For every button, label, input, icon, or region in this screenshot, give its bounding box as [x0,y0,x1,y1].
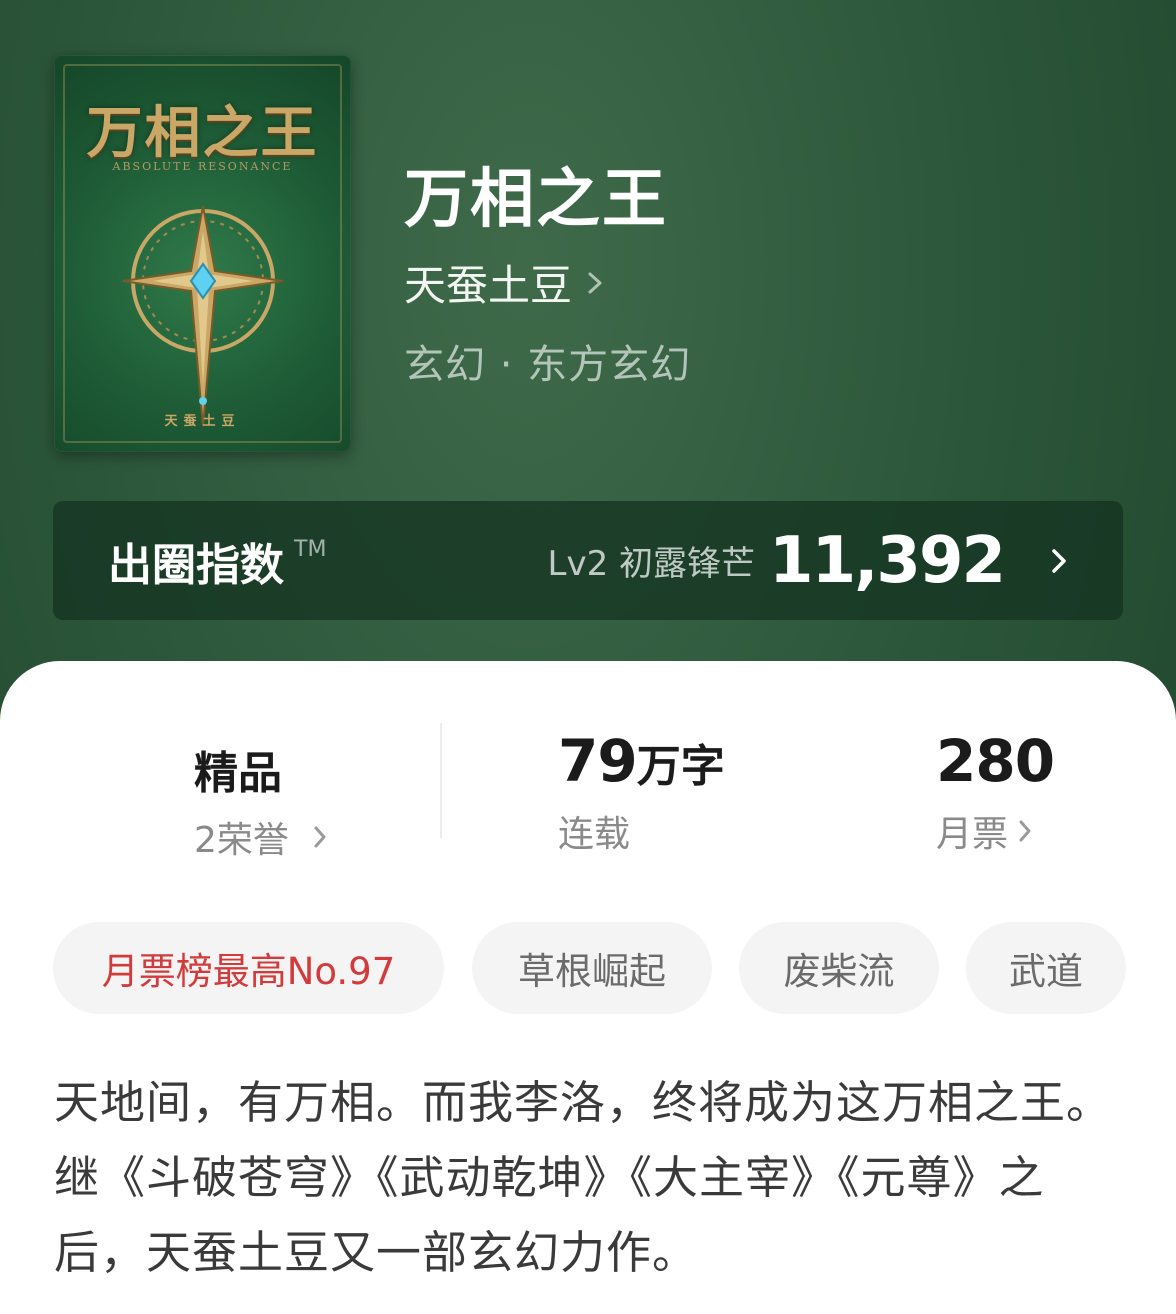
honor-count-row: 2荣誉 [194,811,327,863]
chevron-right-icon [1019,820,1031,842]
book-title: 万相之王 [404,162,668,237]
tag-martial[interactable]: 武道 [966,922,1126,1014]
chevron-right-icon [588,272,602,293]
tag-ranking[interactable]: 月票榜最高No.97 [53,922,444,1014]
monthly-ticket-label: 月票 [936,814,1009,855]
book-cover[interactable]: 万相之王 ABSOLUTE RESONANCE 天蚕土豆 [54,55,351,452]
genre-label[interactable]: 玄幻 · 东方玄幻 [404,332,691,390]
author-name: 天蚕土豆 [404,261,573,310]
chevron-right-icon [1052,548,1066,573]
index-right-group: Lv2 初露锋芒 11,392 [548,524,1068,598]
serial-status: 连载 [558,805,725,857]
stat-divider [440,723,442,838]
word-count-row: 79万字 [558,727,725,795]
book-description[interactable]: 天地间，有万相。而我李洛，终将成为这万相之王。继《斗破苍穹》《武动乾坤》《大主宰… [54,1065,1124,1290]
author-link[interactable]: 天蚕土豆 [404,252,604,313]
word-count-value: 79 [558,727,638,795]
cover-subtitle-art: ABSOLUTE RESONANCE [112,160,293,173]
cover-author-art: 天蚕土豆 [164,414,241,429]
tag-grassroots[interactable]: 草根崛起 [472,922,712,1014]
monthly-ticket-row: 280 [936,727,1055,795]
index-level: Lv2 初露锋芒 [547,544,756,584]
word-count-stat: 79万字 连载 [558,727,725,857]
index-label: 出圈指数 [108,539,284,591]
tag-underdog[interactable]: 废柴流 [739,922,939,1014]
honor-stat[interactable]: 精品 2荣誉 [194,737,327,863]
monthly-ticket-value: 280 [936,727,1055,795]
cover-emblem-icon [122,205,284,427]
trademark-mark: TM [294,537,327,562]
popularity-index-bar[interactable]: 出圈指数 TM Lv2 初露锋芒 11,392 [53,501,1123,620]
index-value: 11,392 [769,523,1006,598]
cover-title-art: 万相之王 [86,100,319,166]
monthly-ticket-label-row: 月票 [936,805,1054,857]
word-count-unit: 万字 [636,741,725,792]
honor-count: 2荣誉 [194,820,289,861]
honor-title: 精品 [194,748,282,799]
chevron-right-icon [314,826,326,848]
serial-status-label: 连载 [558,814,631,855]
monthly-ticket-stat[interactable]: 280 月票 [936,727,1055,857]
